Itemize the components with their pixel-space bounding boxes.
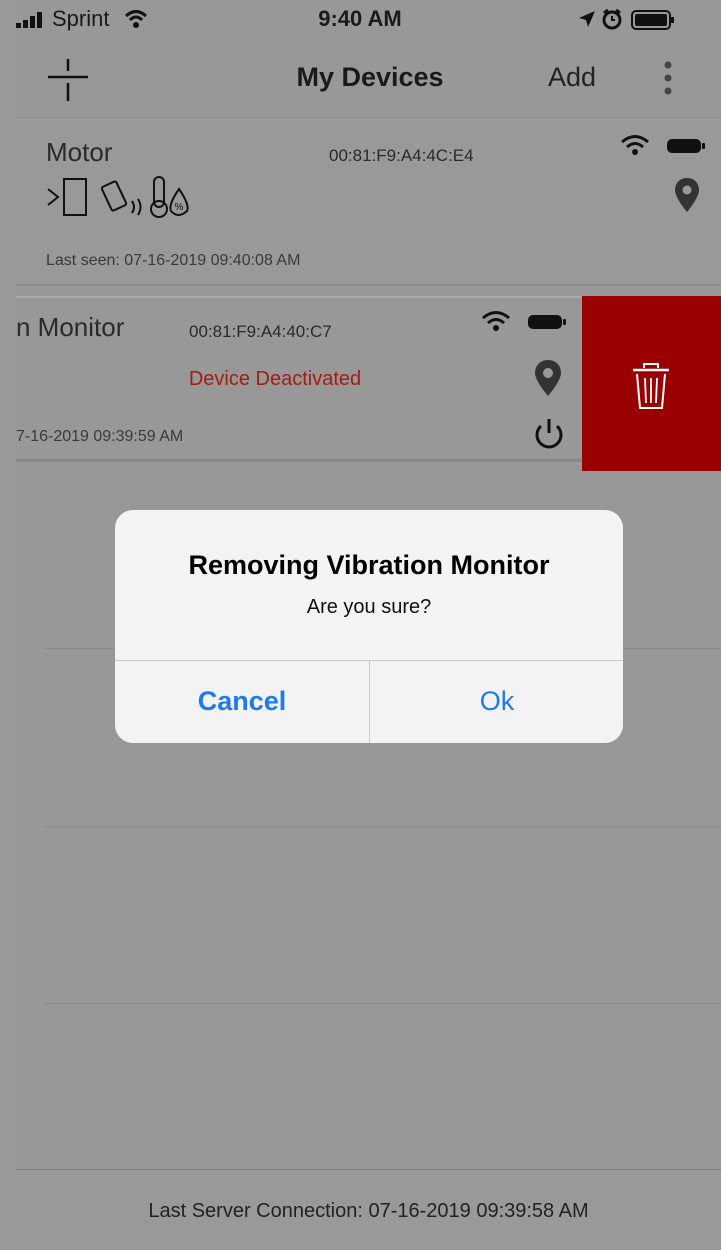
device-mac-address: 00:81:F9:A4:4C:E4 [329,146,474,165]
signal-icon [47,178,87,216]
battery-icon [667,139,705,153]
card-shadow [16,459,582,462]
svg-text:%: % [175,202,184,213]
location-pin-icon[interactable] [535,360,561,396]
device-name: Motor [46,137,113,167]
dialog-title: Removing Vibration Monitor [188,550,550,580]
device-status: Device Deactivated [188,368,362,390]
device-last-seen: Last seen: 07-16-2019 09:40:08 AM [46,252,301,269]
location-pin-icon[interactable] [675,178,699,212]
list-divider [44,826,721,827]
list-divider [44,1003,721,1004]
ok-button[interactable]: Ok [370,660,623,743]
battery-icon [528,315,566,329]
last-server-connection: Last Server Connection: 07-16-2019 09:39… [148,1200,589,1222]
more-options-icon[interactable] [663,60,673,96]
add-button[interactable]: Add [548,62,596,93]
device-name: n Monitor [16,312,125,342]
menu-cross-icon[interactable] [48,55,88,103]
device-last-seen: 7-16-2019 09:39:59 AM [16,428,184,445]
vibration-icon [100,180,142,216]
sensor-icons: % [47,176,189,218]
wifi-icon [621,135,649,155]
battery-status-icon [631,10,674,30]
dialog-message: Are you sure? [306,596,432,618]
cellular-signal-icon [16,12,42,28]
device-mac-address: 00:81:F9:A4:40:C7 [189,322,332,341]
temperature-humidity-icon: % [150,176,189,218]
carrier-name: Sprint [52,6,110,31]
wifi-status-icon [124,10,148,28]
trash-icon[interactable] [631,362,671,410]
confirm-remove-dialog: Removing Vibration Monitor Are you sure?… [115,510,623,743]
power-icon[interactable] [532,417,566,451]
alarm-icon [602,8,622,30]
location-arrow-icon [579,11,595,27]
screen-left-edge [0,0,16,1249]
card-divider [16,284,721,286]
cancel-button[interactable]: Cancel [115,660,369,743]
status-time: 9:40 AM [318,6,402,31]
wifi-icon [482,311,510,331]
page-title: My Devices [296,62,444,92]
